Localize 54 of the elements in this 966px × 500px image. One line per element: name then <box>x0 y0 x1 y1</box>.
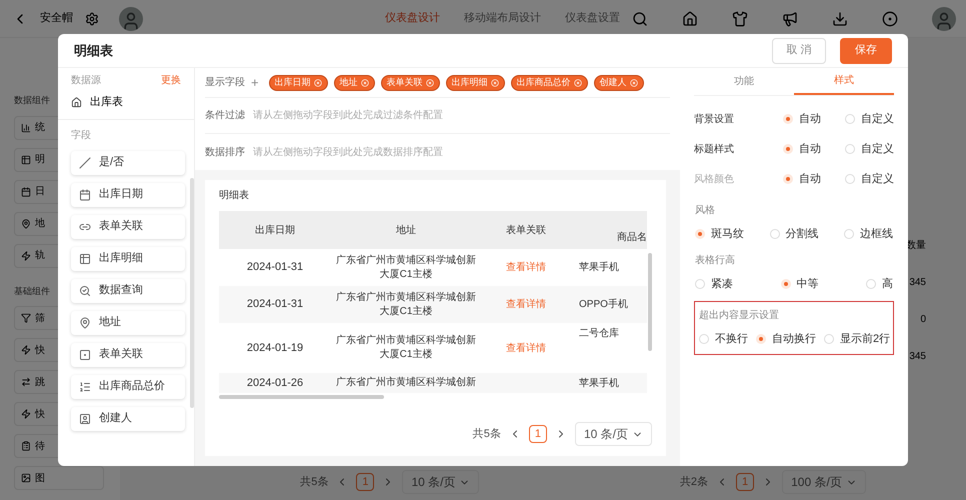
setting-label: 背景设置 <box>694 112 734 126</box>
table-cell-text: 广东省广州市黄埔区科学城创新 <box>335 376 477 390</box>
filter-label: 条件过滤 <box>205 108 245 123</box>
radio-label: 显示前2行 <box>840 332 890 347</box>
datasource-label: 数据源 <box>71 74 101 88</box>
table-cell-text: 广东省广州市黄埔区科学城创新大厦C1主楼 <box>335 334 477 362</box>
radio-label: 边框线 <box>860 227 893 242</box>
app-title: 安全帽 <box>40 10 73 26</box>
table-cell-text: 345 <box>909 350 926 364</box>
fields-label: 字段 <box>71 128 92 142</box>
radio-label: 中等 <box>796 276 818 292</box>
table-cell-text: 2024-01-31 <box>246 260 304 276</box>
column-header: 商品名 <box>616 230 647 245</box>
modal-title: 明细表 <box>74 42 113 60</box>
sort-label: 数据排序 <box>205 146 245 160</box>
radio-label: 自动 <box>799 142 821 157</box>
column-header: 出库日期 <box>254 224 296 238</box>
table-cell-text: 广东省广州市黄埔区科学城创新大厦C1主楼 <box>335 254 477 282</box>
total-count: 共5条 <box>300 474 328 490</box>
radio-label: 分割线 <box>786 226 818 242</box>
radio-label: 斑马纹 <box>711 227 744 242</box>
radio-label: 自动 <box>799 172 821 187</box>
table-cell-text: 广东省广州市黄埔区科学城创新大厦C1主楼 <box>335 290 477 318</box>
table-cell-text: 二号仓库 <box>578 326 620 341</box>
setting-label: 标题样式 <box>694 142 734 156</box>
table-cell-text: 2024-01-19 <box>246 340 304 356</box>
table-cell-text: 苹果手机 <box>578 376 620 390</box>
radio-label: 自定义 <box>861 172 894 187</box>
setting-label: 超出内容显示设置 <box>699 308 780 323</box>
column-header: 表单关联 <box>505 224 547 238</box>
column-header: 地址 <box>395 224 417 238</box>
radio-label: 自动 <box>799 112 821 127</box>
radio-label: 自定义 <box>861 142 894 157</box>
table-cell-text: 苹果手机 <box>578 260 620 275</box>
section-title: 基础组件 <box>14 284 50 298</box>
radio-label: 不换行 <box>715 332 748 347</box>
table-cell-text: 0 <box>920 313 926 327</box>
total-count: 共2条 <box>680 474 708 490</box>
radio-label: 自动换行 <box>772 332 816 347</box>
datasource-table: 出库表 <box>90 94 123 110</box>
section-title: 数据组件 <box>14 94 50 107</box>
card-title: 明细表 <box>219 188 250 203</box>
table-cell-text: OPPO手机 <box>578 298 629 312</box>
radio-label: 高 <box>882 276 893 292</box>
setting-label: 表格行高 <box>695 254 736 268</box>
setting-label: 风格 <box>695 204 716 218</box>
display-fields-label: 显示字段 <box>205 76 245 90</box>
radio-label: 紧凑 <box>711 276 733 292</box>
table-cell-text: 2024-01-31 <box>246 297 304 312</box>
table-cell-text: 345 <box>909 276 926 290</box>
setting-label: 风格颜色 <box>694 172 734 186</box>
table-cell-text: 2024-01-26 <box>246 376 304 391</box>
radio-label: 自定义 <box>861 112 894 127</box>
total-count: 共5条 <box>472 426 501 442</box>
